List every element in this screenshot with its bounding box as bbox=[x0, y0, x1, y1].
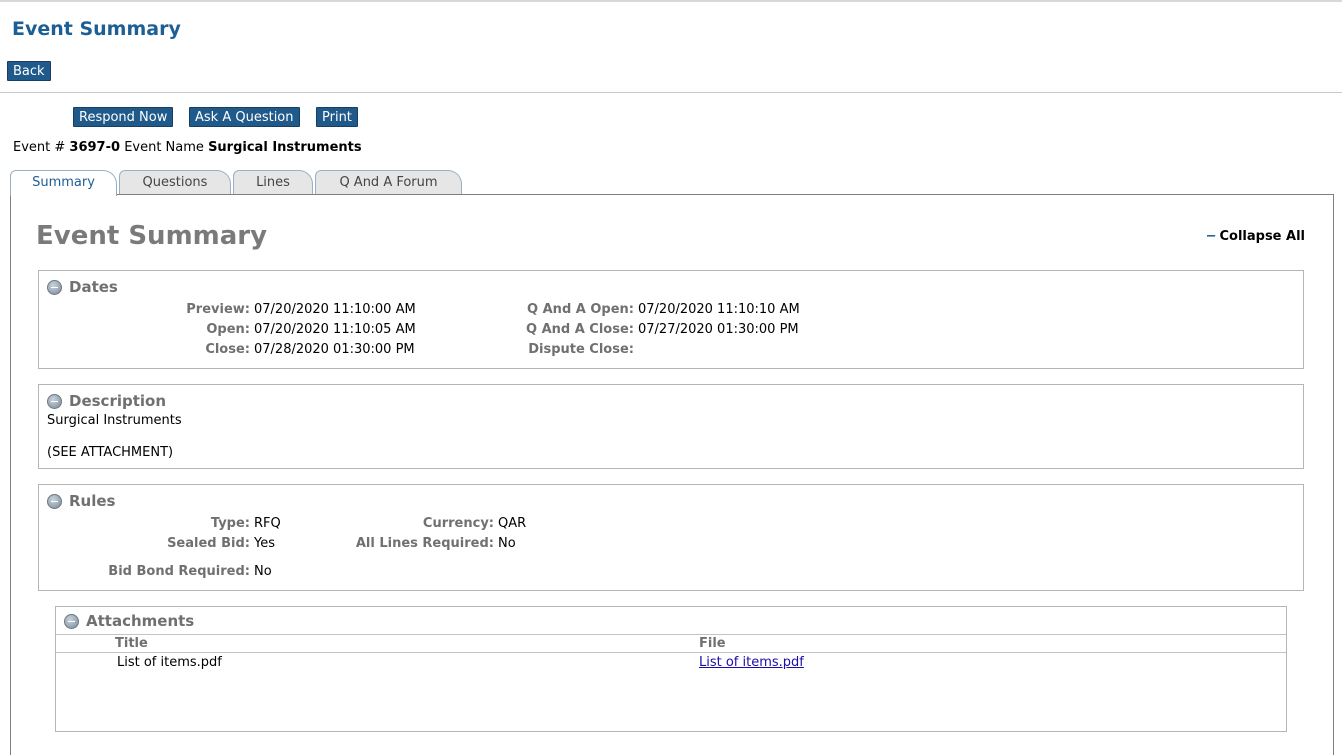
sealed-bid-value: Yes bbox=[254, 536, 275, 551]
description-line-2: (SEE ATTACHMENT) bbox=[47, 445, 174, 460]
rules-header[interactable]: Rules bbox=[47, 492, 115, 510]
attachment-file-link[interactable]: List of items.pdf bbox=[699, 655, 804, 670]
all-lines-value: No bbox=[498, 536, 516, 551]
dispute-close-label: Dispute Close: bbox=[528, 342, 634, 357]
attachments-columns-rule bbox=[56, 652, 1286, 653]
bid-bond-value: No bbox=[254, 564, 272, 579]
type-value: RFQ bbox=[254, 516, 281, 531]
top-border bbox=[0, 0, 1342, 2]
sealed-bid-label: Sealed Bid: bbox=[167, 536, 250, 551]
attachments-header[interactable]: Attachments bbox=[64, 612, 194, 630]
currency-value: QAR bbox=[498, 516, 527, 531]
page-title: Event Summary bbox=[12, 18, 181, 40]
event-number-label: Event # bbox=[13, 140, 66, 155]
rules-section: Rules Type: RFQ Sealed Bid: Yes Bid Bond… bbox=[38, 484, 1304, 591]
type-label: Type: bbox=[210, 516, 250, 531]
all-lines-label: All Lines Required: bbox=[355, 536, 494, 551]
description-heading: Description bbox=[69, 392, 167, 410]
close-value: 07/28/2020 01:30:00 PM bbox=[254, 342, 415, 357]
event-name-label: Event Name bbox=[124, 140, 204, 155]
attachments-heading: Attachments bbox=[86, 612, 195, 630]
attachments-header-rule bbox=[56, 634, 1286, 635]
open-value: 07/20/2020 11:10:05 AM bbox=[254, 322, 416, 337]
open-label: Open: bbox=[206, 322, 250, 337]
preview-label: Preview: bbox=[186, 302, 250, 317]
back-button[interactable]: Back bbox=[7, 61, 51, 81]
qa-open-value: 07/20/2020 11:10:10 AM bbox=[638, 302, 800, 317]
bid-bond-label: Bid Bond Required: bbox=[108, 564, 250, 579]
summary-title: Event Summary bbox=[36, 221, 268, 251]
collapse-toggle-icon[interactable] bbox=[47, 279, 62, 295]
attachments-section: Attachments Title File List of items.pdf… bbox=[55, 606, 1287, 732]
dates-section: Dates Preview: 07/20/2020 11:10:00 AM Op… bbox=[38, 270, 1304, 369]
collapse-all-label: Collapse All bbox=[1219, 229, 1305, 244]
collapse-icon: − bbox=[1205, 229, 1217, 244]
qa-open-label: Q And A Open: bbox=[527, 302, 634, 317]
collapse-toggle-icon[interactable] bbox=[64, 613, 79, 629]
summary-panel: Event Summary − Collapse All Dates Previe… bbox=[10, 194, 1334, 755]
close-label: Close: bbox=[205, 342, 250, 357]
collapse-all-button[interactable]: − Collapse All bbox=[1206, 229, 1305, 244]
ask-question-button[interactable]: Ask A Question bbox=[189, 107, 300, 127]
tab-summary[interactable]: Summary bbox=[10, 170, 117, 196]
collapse-toggle-icon[interactable] bbox=[47, 393, 62, 409]
tab-q-and-a-forum[interactable]: Q And A Forum bbox=[315, 170, 462, 195]
qa-close-value: 07/27/2020 01:30:00 PM bbox=[638, 322, 799, 337]
tab-lines[interactable]: Lines bbox=[233, 170, 313, 195]
attachment-title: List of items.pdf bbox=[117, 655, 222, 670]
header-divider bbox=[0, 92, 1342, 93]
description-line-1: Surgical Instruments bbox=[47, 413, 182, 428]
rules-heading: Rules bbox=[69, 492, 116, 510]
dates-heading: Dates bbox=[69, 278, 118, 296]
dates-header[interactable]: Dates bbox=[47, 278, 118, 296]
description-section: Description Surgical Instruments (SEE AT… bbox=[38, 384, 1304, 469]
attachments-col-title: Title bbox=[115, 636, 148, 651]
attachments-col-file: File bbox=[699, 636, 726, 651]
description-header[interactable]: Description bbox=[47, 392, 166, 410]
event-name: Surgical Instruments bbox=[208, 140, 362, 155]
event-number: 3697-0 bbox=[69, 140, 121, 155]
respond-now-button[interactable]: Respond Now bbox=[73, 107, 174, 127]
tab-questions[interactable]: Questions bbox=[119, 170, 231, 195]
print-button[interactable]: Print bbox=[316, 107, 358, 127]
collapse-toggle-icon[interactable] bbox=[47, 493, 62, 509]
currency-label: Currency: bbox=[422, 516, 494, 531]
qa-close-label: Q And A Close: bbox=[526, 322, 634, 337]
preview-value: 07/20/2020 11:10:00 AM bbox=[254, 302, 416, 317]
event-info: Event # 3697-0 Event Name Surgical Instr… bbox=[13, 140, 362, 155]
